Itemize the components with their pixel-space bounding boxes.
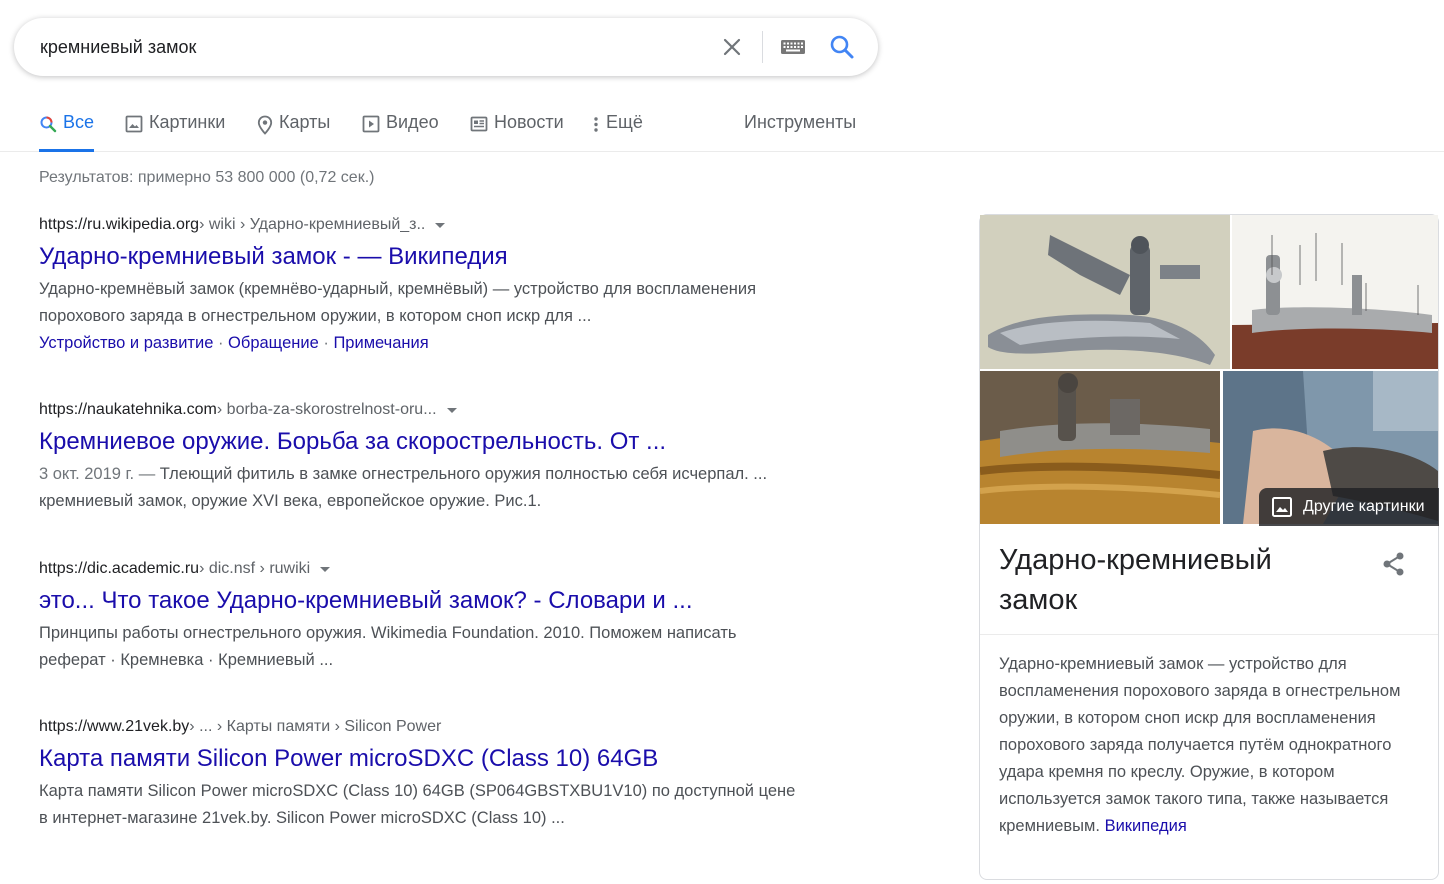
search-result: https://dic.academic.ru › dic.nsf › ruwi… [39, 560, 799, 674]
result-path: › wiki › Ударно-кремниевый_з.. [199, 216, 426, 233]
search-tabs: Все Картинки Карты Видео Новости Ещё Инс… [0, 100, 1444, 152]
share-icon [1383, 552, 1404, 576]
search-result: https://naukatehnika.com › borba-za-skor… [39, 401, 799, 515]
kp-title: Ударно-кремниевый замок [999, 544, 1272, 616]
tools-label: Инструменты [744, 112, 857, 132]
search-submit-button[interactable] [828, 33, 856, 61]
result-cite: https://naukatehnika.com › borba-za-skor… [39, 401, 799, 419]
tab-all[interactable]: Все [39, 112, 95, 152]
kp-description-text: Ударно-кремниевый замок — устройство для… [999, 655, 1401, 835]
kp-image-flintlock-1[interactable] [980, 215, 1230, 369]
sitelink[interactable]: Устройство и развитие [39, 334, 213, 352]
result-path: › ... › Карты памяти › Silicon Power [189, 718, 442, 735]
tab-maps[interactable]: Карты [257, 112, 330, 152]
result-title-link[interactable]: Карта памяти Silicon Power microSDXC (Cl… [39, 744, 799, 774]
more-images-button[interactable]: Другие картинки [1259, 488, 1439, 526]
kp-image-flintlock-rifle[interactable] [980, 371, 1220, 524]
result-domain: https://naukatehnika.com [39, 401, 217, 418]
result-path: › borba-za-skorostrelnost-oru... [216, 401, 437, 418]
news-icon [470, 116, 488, 132]
tab-videos[interactable]: Видео [362, 112, 439, 152]
result-sitelinks: Устройство и развитие · Обращение · Прим… [39, 334, 429, 352]
result-menu-caret[interactable] [320, 566, 331, 572]
result-cite: https://dic.academic.ru › dic.nsf › ruwi… [39, 560, 799, 578]
result-domain: https://dic.academic.ru [39, 560, 200, 577]
tab-more-label: Ещё [606, 112, 643, 132]
keyboard-icon [781, 40, 805, 54]
kp-source-link[interactable]: Википедия [1105, 817, 1187, 835]
search-result: https://ru.wikipedia.org › wiki › Ударно… [39, 216, 799, 357]
share-button[interactable] [1380, 550, 1408, 578]
result-menu-caret[interactable] [446, 407, 457, 413]
tools-button[interactable]: Инструменты [744, 112, 856, 152]
result-snippet: 3 окт. 2019 г. — Тлеющий фитиль в замке … [39, 461, 799, 515]
tab-images-label: Картинки [149, 112, 226, 132]
search-bar-divider [762, 31, 763, 63]
more-vert-icon [594, 117, 598, 132]
tab-videos-label: Видео [386, 112, 439, 132]
result-menu-caret[interactable] [435, 222, 446, 228]
result-domain: https://ru.wikipedia.org [39, 216, 200, 233]
search-result: https://www.21vek.by › ... › Карты памят… [39, 718, 799, 832]
map-pin-icon [257, 115, 273, 135]
search-bar [14, 18, 878, 76]
search-icon [830, 35, 854, 59]
result-snippet: Ударно-кремнёвый замок (кремнёво-ударный… [39, 280, 757, 325]
sitelink[interactable]: Примечания [333, 334, 428, 352]
kp-image-flintlock-diagram[interactable] [1232, 215, 1438, 369]
result-snippet: Карта памяти Silicon Power microSDXC (Cl… [39, 782, 796, 827]
kp-description: Ударно-кремниевый замок — устройство для… [999, 651, 1419, 840]
sitelink[interactable]: Обращение [228, 334, 319, 352]
image-icon [1272, 497, 1292, 517]
more-images-label: Другие картинки [1303, 498, 1425, 515]
result-title-link[interactable]: это... Что такое Ударно-кремниевый замок… [39, 586, 799, 616]
tab-images[interactable]: Картинки [125, 112, 225, 152]
close-icon [723, 38, 741, 56]
clear-search-button[interactable] [720, 35, 744, 59]
result-cite: https://www.21vek.by › ... › Карты памят… [39, 718, 799, 736]
result-path: › dic.nsf › ruwiki [199, 560, 311, 577]
tab-all-label: Все [63, 112, 95, 132]
result-domain: https://www.21vek.by [39, 718, 190, 735]
result-title-link[interactable]: Ударно-кремниевый замок - — Википедия [39, 242, 799, 272]
result-date: 3 окт. 2019 г. — [39, 465, 160, 483]
search-input[interactable] [40, 36, 700, 58]
virtual-keyboard-button[interactable] [780, 36, 806, 58]
result-stats: Результатов: примерно 53 800 000 (0,72 с… [39, 169, 375, 186]
tab-news[interactable]: Новости [470, 112, 564, 152]
tab-news-label: Новости [494, 112, 564, 132]
image-icon [125, 115, 143, 133]
kp-divider [980, 634, 1438, 635]
search-icon [40, 116, 57, 133]
result-snippet: Принципы работы огнестрельного оружия. W… [39, 624, 737, 669]
tab-maps-label: Карты [279, 112, 331, 132]
video-icon [362, 115, 380, 133]
result-cite: https://ru.wikipedia.org › wiki › Ударно… [39, 216, 799, 234]
result-title-link[interactable]: Кремниевое оружие. Борьба за скорострель… [39, 427, 799, 457]
tab-more[interactable]: Ещё [592, 112, 643, 152]
